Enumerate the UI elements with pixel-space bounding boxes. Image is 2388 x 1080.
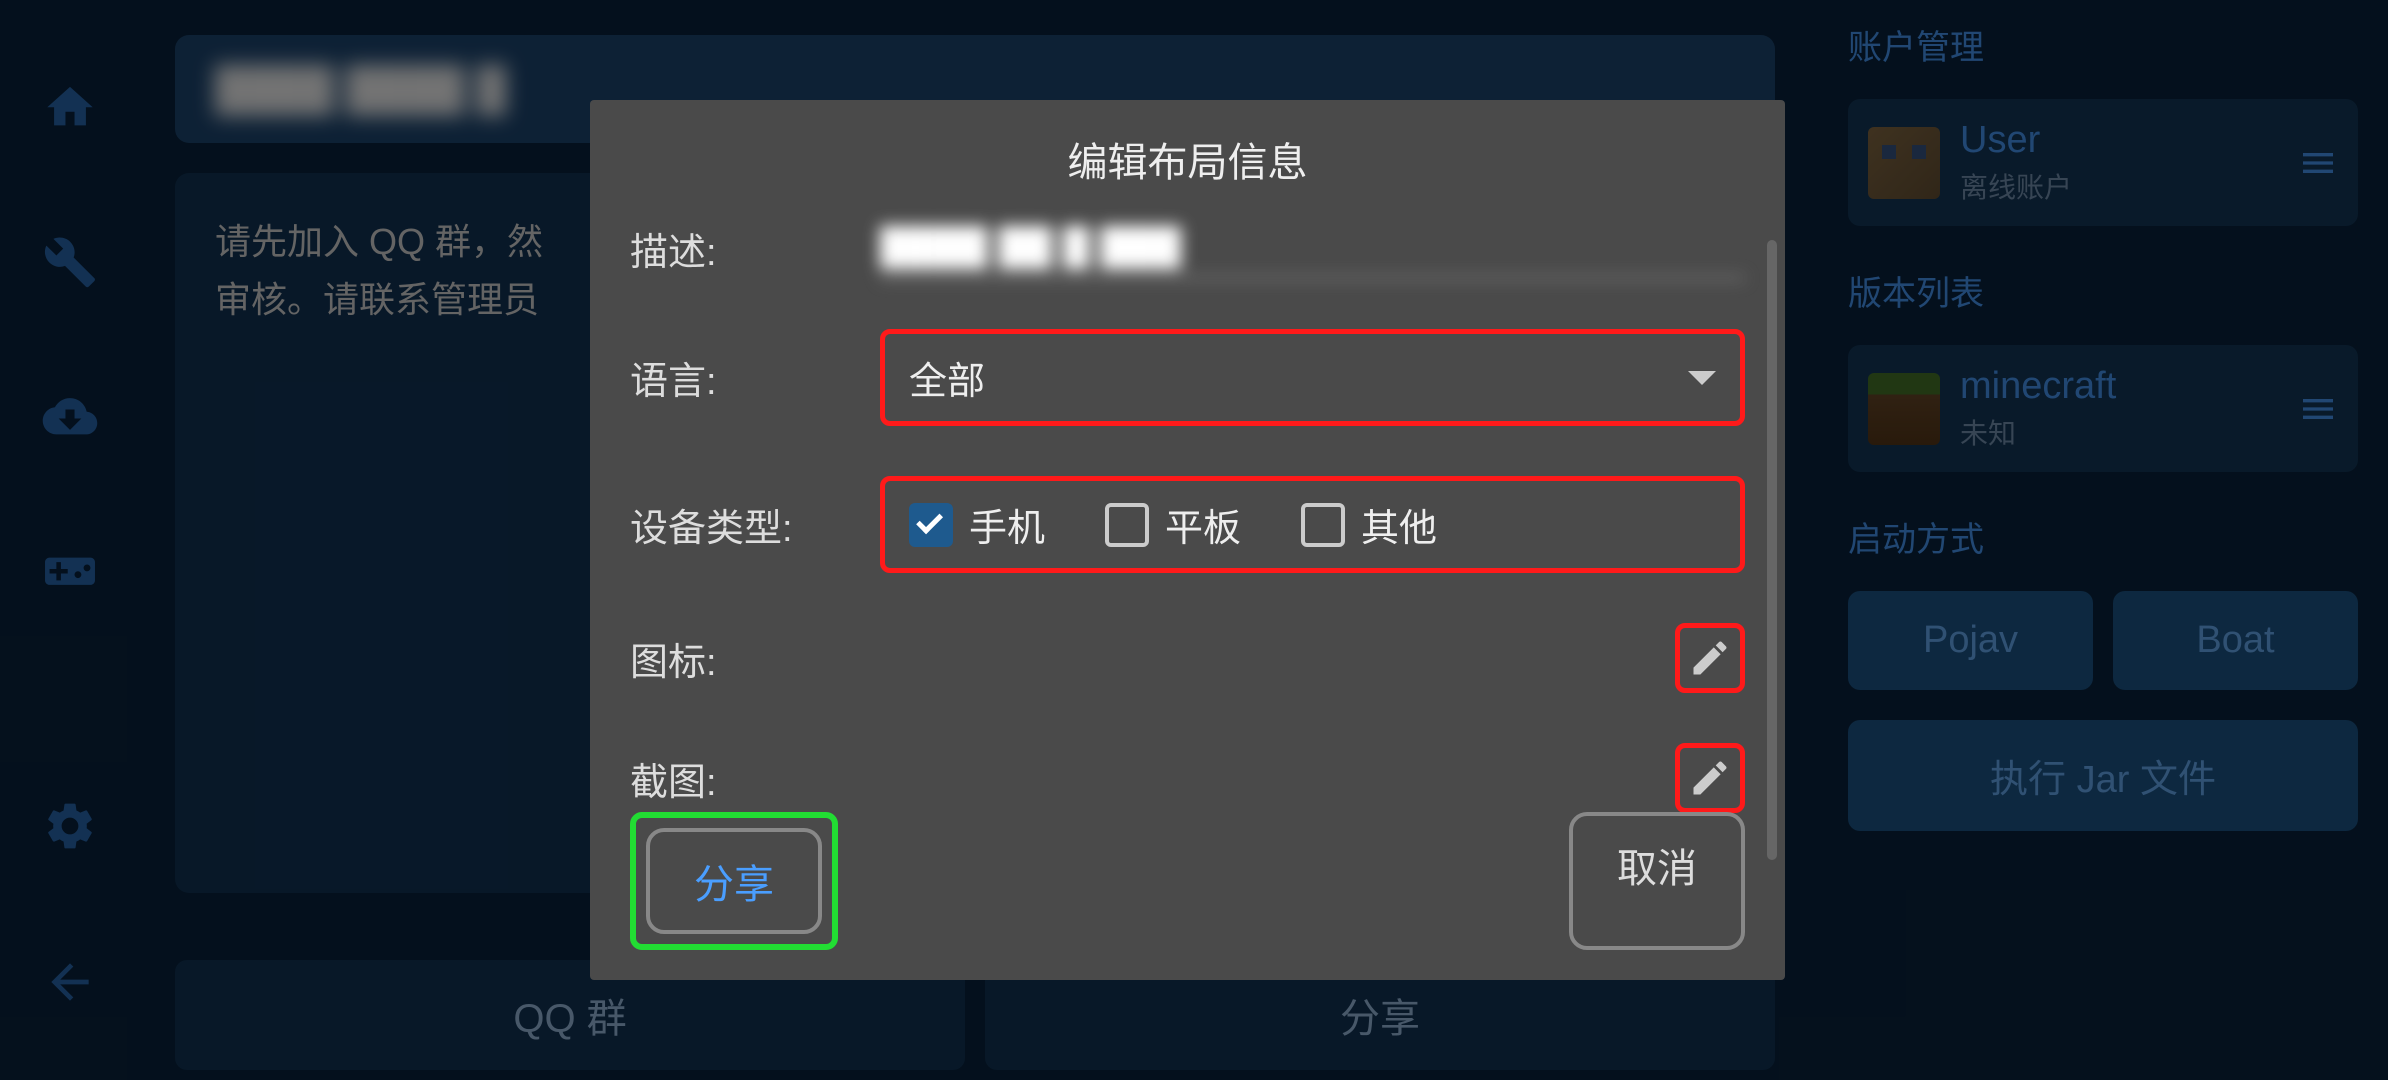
desc-input[interactable] [880,218,1745,279]
cancel-button[interactable]: 取消 [1569,812,1745,950]
edit-layout-modal: 编辑布局信息 描述: 语言: 全部 设备类型: 手机 平 [590,100,1785,980]
pencil-icon [1688,636,1732,680]
checkbox-icon [909,503,953,547]
checkbox-other-label: 其他 [1361,497,1437,552]
checkbox-phone-label: 手机 [969,497,1045,552]
chevron-down-icon [1688,371,1716,385]
scrollbar[interactable] [1767,240,1777,860]
checkbox-tablet-label: 平板 [1165,497,1241,552]
modal-title: 编辑布局信息 [630,130,1745,188]
checkbox-other[interactable]: 其他 [1301,497,1437,552]
device-checkbox-group: 手机 平板 其他 [880,476,1745,573]
modal-footer: 分享 取消 [630,812,1745,950]
lang-label: 语言: [630,350,850,405]
pencil-icon [1688,756,1732,800]
checkbox-tablet[interactable]: 平板 [1105,497,1241,552]
checkbox-phone[interactable]: 手机 [909,497,1045,552]
share-button[interactable]: 分享 [646,828,822,934]
screenshot-label: 截图: [630,751,850,806]
desc-label: 描述: [630,221,850,276]
checkbox-icon [1105,503,1149,547]
share-highlight: 分享 [630,812,838,950]
checkbox-icon [1301,503,1345,547]
device-label: 设备类型: [630,497,850,552]
lang-dropdown[interactable]: 全部 [880,329,1745,426]
edit-screenshot-button[interactable] [1675,743,1745,813]
lang-value: 全部 [909,350,985,405]
icon-label: 图标: [630,631,850,686]
edit-icon-button[interactable] [1675,623,1745,693]
